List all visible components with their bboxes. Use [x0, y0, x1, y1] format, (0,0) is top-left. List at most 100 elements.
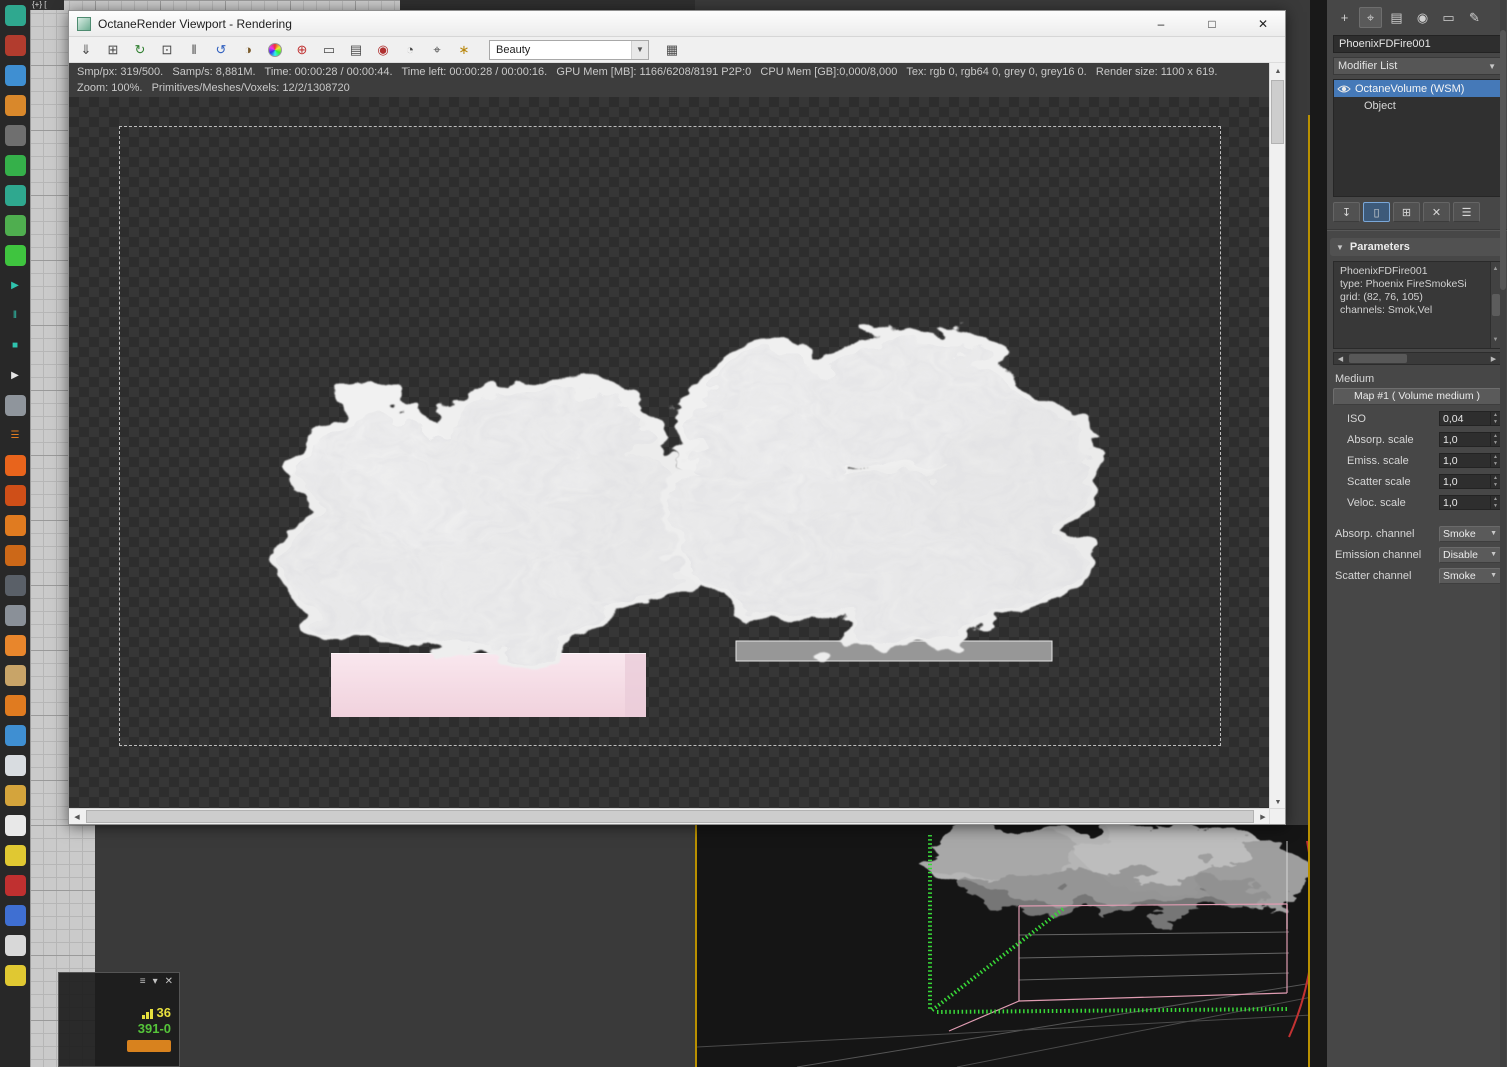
- modifier-stack-item-octanevolume[interactable]: OctaneVolume (WSM): [1334, 80, 1500, 97]
- close-button[interactable]: ✕: [1241, 11, 1285, 37]
- tab-motion[interactable]: ◉: [1411, 7, 1434, 28]
- parameters-rollout-header[interactable]: ▼ Parameters: [1330, 238, 1504, 256]
- log-list-icon[interactable]: ☰: [5, 425, 26, 446]
- emiss-scale-spinner[interactable]: 1,0 ▲ ▼: [1439, 453, 1501, 468]
- blue-ball-icon[interactable]: [4, 905, 26, 926]
- smiley-icon[interactable]: [4, 965, 26, 986]
- particle-group-icon[interactable]: [4, 95, 26, 116]
- fire-box-icon[interactable]: [4, 485, 26, 506]
- tab-utilities[interactable]: ✎: [1463, 7, 1486, 28]
- scroll-up-icon[interactable]: ▲: [1493, 263, 1499, 276]
- tab-hierarchy[interactable]: ▤: [1385, 7, 1408, 28]
- beer-mug-icon[interactable]: [4, 785, 26, 806]
- render-canvas[interactable]: [69, 97, 1271, 810]
- checker-map-icon[interactable]: [4, 215, 26, 236]
- fire-preset-icon[interactable]: [4, 455, 26, 476]
- pause-render-icon[interactable]: ‖: [184, 40, 204, 60]
- spinner-arrows[interactable]: ▲ ▼: [1490, 433, 1500, 446]
- configure-modifier-sets-button[interactable]: ☰: [1453, 202, 1480, 222]
- pin-stack-button[interactable]: ↧: [1333, 202, 1360, 222]
- viewport-bottom-left[interactable]: [95, 825, 695, 1067]
- stop-icon[interactable]: ■: [5, 335, 26, 356]
- film-settings-icon[interactable]: ▤: [346, 40, 366, 60]
- scroll-left-icon[interactable]: ◀: [69, 809, 85, 825]
- move-gizmo-icon[interactable]: [4, 155, 26, 176]
- remove-modifier-button[interactable]: ✕: [1423, 202, 1450, 222]
- spinner-arrows[interactable]: ▲ ▼: [1490, 496, 1500, 509]
- modifier-list-dropdown[interactable]: Modifier List ▼: [1333, 57, 1501, 75]
- make-unique-button[interactable]: ⊞: [1393, 202, 1420, 222]
- phoenix-sim-icon[interactable]: [4, 5, 26, 26]
- window-titlebar[interactable]: OctaneRender Viewport - Rendering – □ ✕: [69, 11, 1285, 37]
- info-vertical-scrollbar[interactable]: ▲ ▼: [1490, 262, 1500, 348]
- maximize-button[interactable]: □: [1190, 11, 1234, 37]
- iso-spinner[interactable]: 0,04 ▲ ▼: [1439, 411, 1501, 426]
- stats-overlay-window[interactable]: ≡ ▾ ✕ 36 391-0: [58, 972, 180, 1067]
- veloc-scale-spinner[interactable]: 1,0 ▲ ▼: [1439, 495, 1501, 510]
- scroll-thumb[interactable]: [1349, 354, 1407, 363]
- minimize-button[interactable]: –: [1139, 11, 1183, 37]
- vertical-scrollbar[interactable]: ▲ ▼: [1269, 63, 1285, 810]
- color-wheel-icon[interactable]: [265, 40, 285, 60]
- close-icon[interactable]: ✕: [165, 976, 173, 987]
- material-picker-icon[interactable]: ⌖: [427, 40, 447, 60]
- preview-play-icon[interactable]: ▶: [5, 365, 26, 386]
- panel-scroll-thumb[interactable]: [1500, 30, 1506, 290]
- absorp-scale-spinner[interactable]: 1,0 ▲ ▼: [1439, 432, 1501, 447]
- viewport-label[interactable]: {+} [: [30, 0, 64, 10]
- smoke-preset-icon[interactable]: [4, 515, 26, 536]
- ring-icon[interactable]: [4, 125, 26, 146]
- scroll-left-icon[interactable]: ◀: [1334, 353, 1347, 364]
- scroll-up-icon[interactable]: ▲: [1270, 63, 1286, 79]
- trash-icon[interactable]: [4, 395, 26, 416]
- spinner-arrows[interactable]: ▲ ▼: [1490, 454, 1500, 467]
- duck-icon[interactable]: [4, 845, 26, 866]
- snowflake-icon[interactable]: [4, 245, 26, 266]
- modifier-stack-item-object[interactable]: Object: [1334, 97, 1500, 114]
- gear-preset-icon[interactable]: [4, 575, 26, 596]
- play-icon[interactable]: ▶: [5, 275, 26, 296]
- info-scroll-thumb[interactable]: [1491, 294, 1500, 316]
- horizontal-scrollbar[interactable]: ◀ ▶: [69, 808, 1271, 824]
- scatter-scale-spinner[interactable]: 1,0 ▲ ▼: [1439, 474, 1501, 489]
- copy-image-icon[interactable]: ⊞: [103, 40, 123, 60]
- flame-preset-icon[interactable]: [4, 545, 26, 566]
- scatter-channel-dropdown[interactable]: Smoke ▼: [1439, 567, 1501, 584]
- horizontal-scroll-thumb[interactable]: [86, 810, 1254, 823]
- object-name-field[interactable]: [1333, 35, 1501, 53]
- absorp-channel-dropdown[interactable]: Smoke ▼: [1439, 525, 1501, 542]
- display-mode-icon[interactable]: ▭: [319, 40, 339, 60]
- scroll-down-icon[interactable]: ▼: [1493, 334, 1499, 347]
- cup-icon[interactable]: [4, 815, 26, 836]
- spinner-arrows[interactable]: ▲ ▼: [1490, 412, 1500, 425]
- collapse-icon[interactable]: ▾: [153, 976, 158, 987]
- panel-scrollbar[interactable]: [1500, 0, 1506, 1067]
- liquid-source-icon[interactable]: [4, 65, 26, 86]
- barrel-icon[interactable]: [4, 665, 26, 686]
- emission-channel-dropdown[interactable]: Disable ▼: [1439, 546, 1501, 563]
- pause-icon[interactable]: ‖: [5, 305, 26, 326]
- visibility-eye-icon[interactable]: [1337, 84, 1351, 94]
- show-end-result-button[interactable]: ▯: [1363, 202, 1390, 222]
- vortex-icon[interactable]: [4, 605, 26, 626]
- lock-resolution-icon[interactable]: ⊡: [157, 40, 177, 60]
- restart-render-icon[interactable]: ↻: [130, 40, 150, 60]
- character-icon[interactable]: [4, 35, 26, 56]
- render-priority-icon[interactable]: ∗: [454, 40, 474, 60]
- water-drop-icon[interactable]: [4, 725, 26, 746]
- camera-icon[interactable]: ◔: [400, 40, 420, 60]
- pixel-grid-icon[interactable]: ▦: [662, 40, 682, 60]
- tab-display[interactable]: ▭: [1437, 7, 1460, 28]
- tab-create[interactable]: +: [1333, 7, 1356, 28]
- white-ball-icon[interactable]: [4, 935, 26, 956]
- tool-magnet-icon[interactable]: [4, 695, 26, 716]
- render-pass-select[interactable]: Beauty ▼: [489, 39, 649, 60]
- save-image-icon[interactable]: ⇓: [76, 40, 96, 60]
- record-icon[interactable]: ◉: [373, 40, 393, 60]
- viewport-perspective[interactable]: [695, 825, 1310, 1067]
- refresh-render-icon[interactable]: ↺: [211, 40, 231, 60]
- volume-medium-map-button[interactable]: Map #1 ( Volume medium ): [1333, 388, 1501, 405]
- splat-icon[interactable]: [4, 875, 26, 896]
- droplet-flame-icon[interactable]: [4, 635, 26, 656]
- clay-mode-icon[interactable]: ◑: [238, 40, 258, 60]
